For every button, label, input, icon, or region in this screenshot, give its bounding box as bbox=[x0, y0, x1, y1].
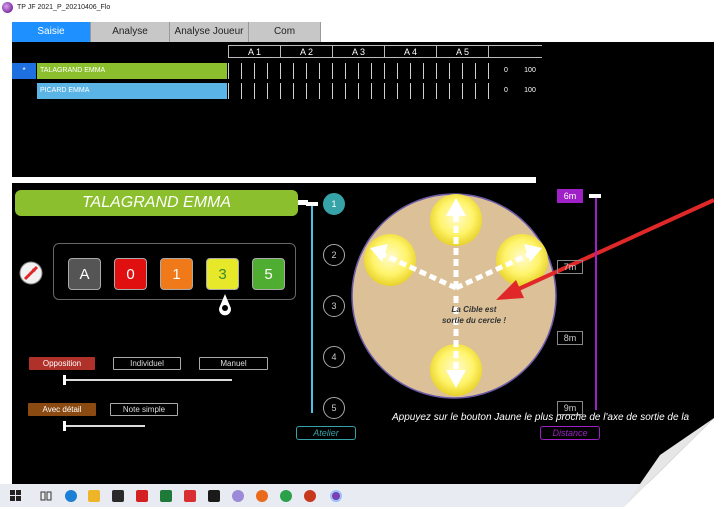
red-pointer-arrow bbox=[496, 198, 714, 300]
tab-com[interactable]: Com bbox=[249, 22, 321, 42]
note-simple-button[interactable]: Note simple bbox=[110, 403, 178, 416]
row-player-name[interactable]: PICARD EMMA bbox=[37, 83, 227, 99]
row-player-name[interactable]: TALAGRAND EMMA bbox=[37, 63, 227, 79]
distance-6m[interactable]: 6m bbox=[557, 189, 583, 203]
row-value-2: 100 bbox=[524, 87, 536, 94]
individuel-button[interactable]: Individuel bbox=[113, 357, 181, 370]
windows-start-icon[interactable] bbox=[10, 490, 21, 501]
tab-analyse-joueur[interactable]: Analyse Joueur bbox=[170, 22, 249, 42]
tab-saisie[interactable]: Saisie bbox=[12, 22, 91, 42]
tab-bar-spacer bbox=[323, 22, 714, 42]
title-bar: TP JF 2021_P_20210406_Flo bbox=[0, 0, 714, 18]
powerpoint-icon[interactable] bbox=[304, 490, 316, 502]
main-panel: A 1 A 2 A 3 A 4 A 5 * TALAGRAND EMMA 0 1… bbox=[12, 42, 714, 484]
help-text: Appuyez sur le bouton Jaune le plus proc… bbox=[392, 412, 690, 423]
taskbar bbox=[0, 484, 714, 507]
distance-label: Distance bbox=[540, 426, 600, 440]
detail-slider-thumb[interactable] bbox=[63, 421, 66, 431]
tab-bar: Saisie Analyse Analyse Joueur Com bbox=[12, 22, 321, 42]
column-header-a2: A 2 bbox=[280, 46, 332, 58]
current-player-banner: TALAGRAND EMMA bbox=[15, 190, 298, 216]
score-button-5[interactable]: 5 bbox=[252, 258, 285, 290]
distance-8m[interactable]: 8m bbox=[557, 331, 583, 345]
atelier-4[interactable]: 4 bbox=[323, 346, 345, 368]
active-app-icon[interactable] bbox=[330, 490, 342, 502]
atelier-3[interactable]: 3 bbox=[323, 295, 345, 317]
row-value-1: 0 bbox=[504, 67, 508, 74]
column-header-total bbox=[488, 46, 542, 58]
opposition-button[interactable]: Opposition bbox=[29, 357, 95, 370]
target-message-line2: sortie du cercle ! bbox=[442, 316, 506, 325]
app-icon bbox=[2, 2, 13, 13]
mode-slider-thumb[interactable] bbox=[63, 375, 66, 385]
row-marker bbox=[12, 83, 36, 99]
atelier-track-thumb[interactable] bbox=[306, 202, 318, 206]
file-explorer-icon[interactable] bbox=[88, 490, 100, 502]
acrobat-icon[interactable] bbox=[136, 490, 148, 502]
column-header-a3: A 3 bbox=[332, 46, 384, 58]
distance-track[interactable] bbox=[595, 195, 597, 410]
edge-icon[interactable] bbox=[65, 490, 77, 502]
manuel-button[interactable]: Manuel bbox=[199, 357, 268, 370]
score-button-group: A 0 1 3 5 bbox=[53, 243, 296, 300]
atelier-5[interactable]: 5 bbox=[323, 397, 345, 419]
column-header-a5: A 5 bbox=[436, 46, 488, 58]
score-button-a[interactable]: A bbox=[68, 258, 101, 290]
score-button-1[interactable]: 1 bbox=[160, 258, 193, 290]
app-pinned-icon[interactable] bbox=[232, 490, 244, 502]
chrome-icon[interactable] bbox=[280, 490, 292, 502]
media-icon[interactable] bbox=[184, 490, 196, 502]
table-row[interactable]: * TALAGRAND EMMA 0 100 bbox=[12, 63, 542, 79]
score-button-3[interactable]: 3 bbox=[206, 258, 239, 290]
detail-slider-track[interactable] bbox=[65, 425, 145, 427]
task-view-icon[interactable] bbox=[40, 490, 52, 502]
distance-7m[interactable]: 7m bbox=[557, 260, 583, 274]
shield-icon[interactable] bbox=[208, 490, 220, 502]
column-header-a4: A 4 bbox=[384, 46, 436, 58]
score-button-0[interactable]: 0 bbox=[114, 258, 147, 290]
atelier-track[interactable] bbox=[311, 204, 313, 413]
mode-slider-track[interactable] bbox=[65, 379, 232, 381]
distance-track-thumb[interactable] bbox=[589, 194, 601, 198]
atelier-2[interactable]: 2 bbox=[323, 244, 345, 266]
separator-bar bbox=[12, 177, 536, 183]
store-icon[interactable] bbox=[112, 490, 124, 502]
row-marker: * bbox=[12, 63, 36, 79]
avec-detail-button[interactable]: Avec détail bbox=[28, 403, 96, 416]
row-value-2: 100 bbox=[524, 67, 536, 74]
reset-icon[interactable] bbox=[18, 260, 44, 286]
excel-icon[interactable] bbox=[160, 490, 172, 502]
atelier-1[interactable]: 1 bbox=[323, 193, 345, 215]
selection-pin-icon bbox=[219, 294, 231, 316]
table-header: A 1 A 2 A 3 A 4 A 5 bbox=[228, 45, 542, 58]
window-title: TP JF 2021_P_20210406_Flo bbox=[17, 4, 111, 11]
firefox-icon[interactable] bbox=[256, 490, 268, 502]
row-value-1: 0 bbox=[504, 87, 508, 94]
column-header-a1: A 1 bbox=[228, 46, 280, 58]
atelier-label: Atelier bbox=[296, 426, 356, 440]
table-row[interactable]: PICARD EMMA 0 100 bbox=[12, 83, 542, 99]
tab-analyse[interactable]: Analyse bbox=[91, 22, 170, 42]
